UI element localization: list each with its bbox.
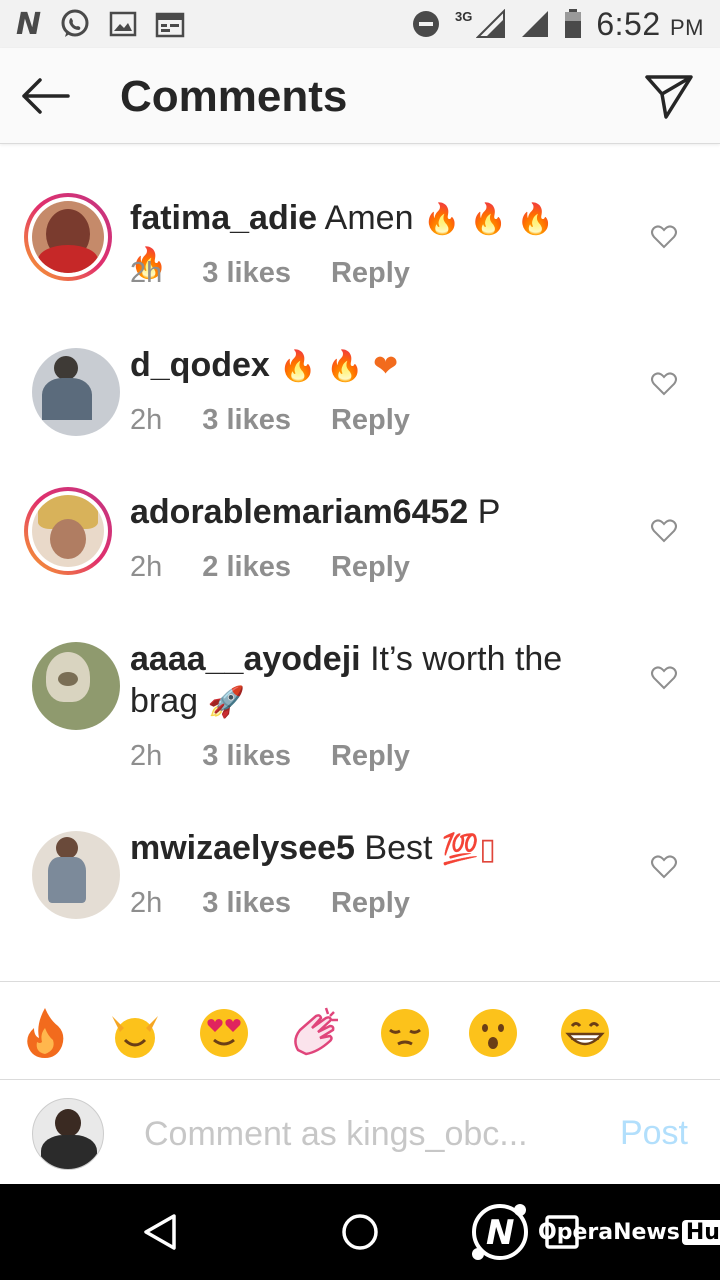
page-title: Comments — [120, 72, 348, 121]
story-ring — [24, 487, 112, 575]
clapping-hands-icon — [294, 1007, 338, 1056]
direct-send-icon — [645, 75, 693, 119]
signal-3g-icon — [476, 9, 506, 38]
n-app-icon: N — [16, 6, 42, 42]
comment-likes[interactable]: 2 likes — [202, 551, 291, 584]
comment-meta: 2h 3 likes Reply — [130, 740, 410, 773]
raising-hands-icon — [112, 1016, 158, 1058]
comment-time: 2h — [130, 404, 163, 436]
battery-icon — [565, 9, 582, 38]
comment-time: 2h — [130, 257, 163, 289]
avatar[interactable] — [24, 823, 120, 919]
comment-time: 2h — [130, 887, 163, 919]
fire-icon — [27, 1008, 64, 1058]
reply-button[interactable]: Reply — [331, 404, 410, 437]
comment-emoji: 🚀 — [207, 685, 245, 720]
surprised-face-icon — [469, 1009, 517, 1057]
current-user-avatar — [32, 1098, 104, 1170]
share-button[interactable] — [644, 72, 700, 122]
avatar[interactable] — [24, 340, 120, 436]
comment-emoji: 🔥 🔥 ❤ — [279, 349, 399, 384]
comment-content: d_qodex 🔥 🔥 ❤ — [130, 344, 600, 388]
operanews-logo-icon: N — [472, 1204, 528, 1260]
comments-list: fatima_adie Amen 🔥 🔥 🔥 🔥 2h 3 likes Repl… — [0, 145, 720, 981]
status-bar: N 3G 6:52 PM — [0, 0, 720, 48]
system-status: 3G 6:52 PM — [411, 6, 704, 43]
comment-username[interactable]: d_qodex — [130, 346, 270, 384]
comment-input[interactable] — [144, 1110, 564, 1158]
comment-username[interactable]: aaaa__ayodeji — [130, 640, 361, 678]
operanews-watermark: N OperaNewsHub — [468, 1200, 720, 1264]
story-ring — [24, 193, 112, 281]
comment-text: Best — [364, 829, 433, 867]
emoji-raising-hands-button[interactable] — [108, 1006, 162, 1060]
back-arrow-icon — [22, 78, 70, 114]
comment-meta: 2h 2 likes Reply — [130, 551, 410, 584]
like-heart-icon[interactable] — [650, 517, 678, 545]
emoji-quick-bar — [0, 981, 720, 1079]
comment-username[interactable]: adorablemariam6452 — [130, 493, 468, 531]
comment-meta: 2h 3 likes Reply — [130, 404, 410, 437]
comment-time: 2h — [130, 740, 163, 772]
grinning-face-icon — [561, 1009, 609, 1057]
pensive-face-icon — [381, 1009, 429, 1057]
reply-button[interactable]: Reply — [331, 257, 410, 290]
comment-likes[interactable]: 3 likes — [202, 887, 291, 920]
comment-username[interactable]: fatima_adie — [130, 199, 317, 237]
avatar[interactable] — [24, 193, 112, 281]
comment-content: mwizaelysee5 Best 💯▯ — [130, 827, 600, 871]
app-bar: Comments — [0, 48, 720, 144]
comment-composer: Post — [0, 1079, 720, 1184]
like-heart-icon[interactable] — [650, 223, 678, 251]
clock: 6:52 PM — [596, 5, 704, 42]
reply-button[interactable]: Reply — [331, 551, 410, 584]
emoji-grinning-button[interactable] — [557, 1006, 611, 1060]
back-button[interactable] — [20, 74, 76, 118]
nav-home-circle-icon — [342, 1214, 378, 1250]
comment-meta: 2h 3 likes Reply — [130, 887, 410, 920]
like-heart-icon[interactable] — [650, 664, 678, 692]
emoji-clapping-button[interactable] — [288, 1006, 342, 1060]
svg-text:N: N — [486, 1213, 514, 1253]
post-button[interactable]: Post — [620, 1114, 688, 1153]
comment-likes[interactable]: 3 likes — [202, 257, 291, 290]
network-type: 3G — [454, 8, 473, 24]
calendar-icon — [155, 12, 185, 38]
emoji-fire-button[interactable] — [20, 1006, 74, 1060]
comment-emoji: 💯▯ — [441, 832, 496, 867]
like-heart-icon[interactable] — [650, 853, 678, 881]
comment-likes[interactable]: 3 likes — [202, 740, 291, 773]
nav-back-button[interactable] — [140, 1212, 180, 1257]
heart-eyes-icon — [200, 1009, 248, 1057]
comment-text: P — [477, 493, 501, 531]
comment-meta: 2h 3 likes Reply — [130, 257, 410, 290]
notification-icons: N — [16, 7, 185, 42]
image-icon — [109, 11, 137, 37]
comment-time: 2h — [130, 551, 163, 583]
comment-content: adorablemariam6452 P — [130, 491, 600, 533]
comment-username[interactable]: mwizaelysee5 — [130, 829, 355, 867]
avatar[interactable] — [24, 634, 120, 730]
emoji-heart-eyes-button[interactable] — [197, 1006, 251, 1060]
nav-back-triangle-icon — [144, 1214, 176, 1250]
signal-icon — [522, 11, 549, 37]
do-not-disturb-icon — [412, 11, 439, 37]
reply-button[interactable]: Reply — [331, 887, 410, 920]
emoji-surprised-button[interactable] — [466, 1006, 520, 1060]
emoji-pensive-button[interactable] — [378, 1006, 432, 1060]
like-heart-icon[interactable] — [650, 370, 678, 398]
comment-likes[interactable]: 3 likes — [202, 404, 291, 437]
comment-content: aaaa__ayodeji It’s worth the brag 🚀 — [130, 638, 600, 724]
whatsapp-icon — [61, 9, 89, 37]
comment-text: Amen — [324, 199, 414, 237]
watermark-text: OperaNewsHub — [538, 1219, 720, 1245]
nav-home-button[interactable] — [340, 1212, 380, 1257]
avatar[interactable] — [24, 487, 112, 575]
reply-button[interactable]: Reply — [331, 740, 410, 773]
